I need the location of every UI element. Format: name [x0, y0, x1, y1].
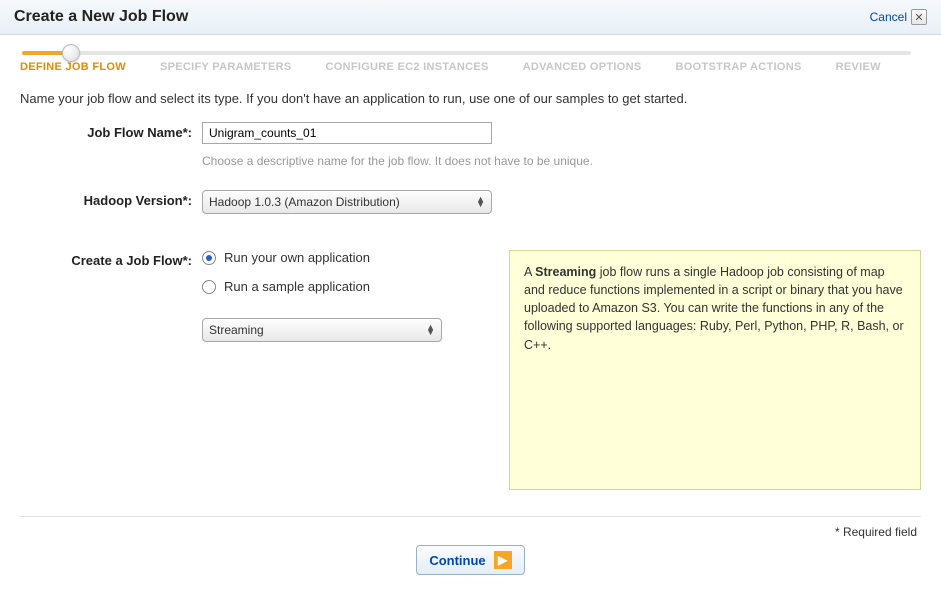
- step-specify-parameters: SPECIFY PARAMETERS: [160, 61, 292, 73]
- continue-button[interactable]: Continue ▶: [416, 545, 524, 575]
- dialog-title: Create a New Job Flow: [14, 8, 188, 26]
- cancel-link[interactable]: Cancel: [870, 10, 907, 24]
- radio-own-application[interactable]: [202, 251, 216, 265]
- step-define-job-flow[interactable]: DEFINE JOB FLOW: [20, 61, 126, 73]
- application-type-value: Streaming: [209, 323, 264, 337]
- intro-text: Name your job flow and select its type. …: [20, 91, 921, 106]
- dialog-header: Create a New Job Flow Cancel ✕: [0, 0, 941, 35]
- step-advanced-options: ADVANCED OPTIONS: [523, 61, 642, 73]
- row-create-jobflow: Create a Job Flow*: Run your own applica…: [20, 250, 485, 342]
- footer-separator: [20, 516, 921, 517]
- info-panel: A Streaming job flow runs a single Hadoo…: [509, 250, 921, 490]
- radio-own-application-label: Run your own application: [224, 250, 370, 265]
- hadoop-version-value: Hadoop 1.0.3 (Amazon Distribution): [209, 195, 400, 209]
- row-hadoop-version: Hadoop Version*: Hadoop 1.0.3 (Amazon Di…: [20, 190, 921, 214]
- info-prefix: A: [524, 265, 535, 279]
- steps-track: [22, 51, 911, 55]
- wizard-steps: DEFINE JOB FLOW SPECIFY PARAMETERS CONFI…: [20, 47, 921, 73]
- radio-sample-application[interactable]: [202, 280, 216, 294]
- dialog-content: DEFINE JOB FLOW SPECIFY PARAMETERS CONFI…: [0, 35, 941, 575]
- application-type-select[interactable]: Streaming ▲▼: [202, 318, 442, 342]
- close-icon[interactable]: ✕: [911, 9, 927, 25]
- radio-own-application-row[interactable]: Run your own application: [202, 250, 485, 265]
- jobflow-name-label: Job Flow Name*:: [20, 122, 202, 140]
- step-marker-icon: [62, 44, 80, 62]
- create-jobflow-label: Create a Job Flow*:: [20, 250, 202, 268]
- radio-sample-application-row[interactable]: Run a sample application: [202, 279, 485, 294]
- create-jobflow-section: Create a Job Flow*: Run your own applica…: [20, 250, 921, 490]
- chevron-updown-icon: ▲▼: [426, 325, 435, 335]
- chevron-updown-icon: ▲▼: [476, 197, 485, 207]
- cancel-group: Cancel ✕: [870, 9, 927, 25]
- step-review: REVIEW: [836, 61, 881, 73]
- step-configure-ec2: CONFIGURE EC2 INSTANCES: [325, 61, 488, 73]
- step-bootstrap-actions: BOOTSTRAP ACTIONS: [676, 61, 802, 73]
- continue-button-label: Continue: [429, 553, 485, 568]
- radio-sample-application-label: Run a sample application: [224, 279, 370, 294]
- required-field-note: * Required field: [20, 525, 921, 539]
- arrow-right-icon: ▶: [494, 551, 512, 569]
- hadoop-version-select[interactable]: Hadoop 1.0.3 (Amazon Distribution) ▲▼: [202, 190, 492, 214]
- info-bold: Streaming: [535, 265, 596, 279]
- jobflow-name-input[interactable]: [202, 122, 492, 144]
- row-jobflow-name: Job Flow Name*: Choose a descriptive nam…: [20, 122, 921, 182]
- hadoop-version-label: Hadoop Version*:: [20, 190, 202, 208]
- jobflow-name-hint: Choose a descriptive name for the job fl…: [202, 154, 921, 168]
